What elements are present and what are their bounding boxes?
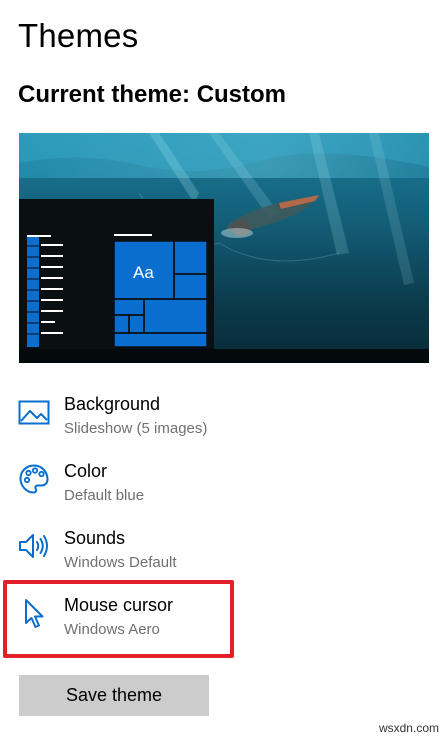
palette-icon xyxy=(19,464,49,494)
picture-icon xyxy=(18,400,50,425)
setting-title: Color xyxy=(64,461,108,481)
highlight-annotation-box xyxy=(3,580,234,658)
themes-settings-page: Themes Current theme: Custom Aa Backgrou… xyxy=(0,0,447,739)
page-title: Themes xyxy=(18,17,139,54)
setting-item-background[interactable]: Background Slideshow (5 images) xyxy=(0,384,447,444)
setting-item-sounds[interactable]: Sounds Windows Default xyxy=(0,518,447,578)
setting-subtitle: Default blue xyxy=(64,487,145,504)
theme-preview[interactable]: Aa xyxy=(19,133,429,363)
current-theme-label: Current theme: Custom xyxy=(18,81,287,108)
speaker-icon xyxy=(19,534,48,558)
setting-subtitle: Slideshow (5 images) xyxy=(64,420,208,437)
setting-item-color[interactable]: Color Default blue xyxy=(0,451,447,511)
preview-tile-label: Aa xyxy=(133,263,154,282)
preview-start-menu-graphic xyxy=(27,234,208,348)
preview-taskbar xyxy=(19,349,429,363)
setting-title: Sounds xyxy=(64,528,126,548)
preview-start-menu: Aa xyxy=(19,199,214,349)
watermark: wsxdn.com xyxy=(378,721,439,735)
setting-title: Background xyxy=(64,394,161,414)
save-theme-button[interactable]: Save theme xyxy=(19,675,209,716)
setting-subtitle: Windows Default xyxy=(64,554,177,571)
